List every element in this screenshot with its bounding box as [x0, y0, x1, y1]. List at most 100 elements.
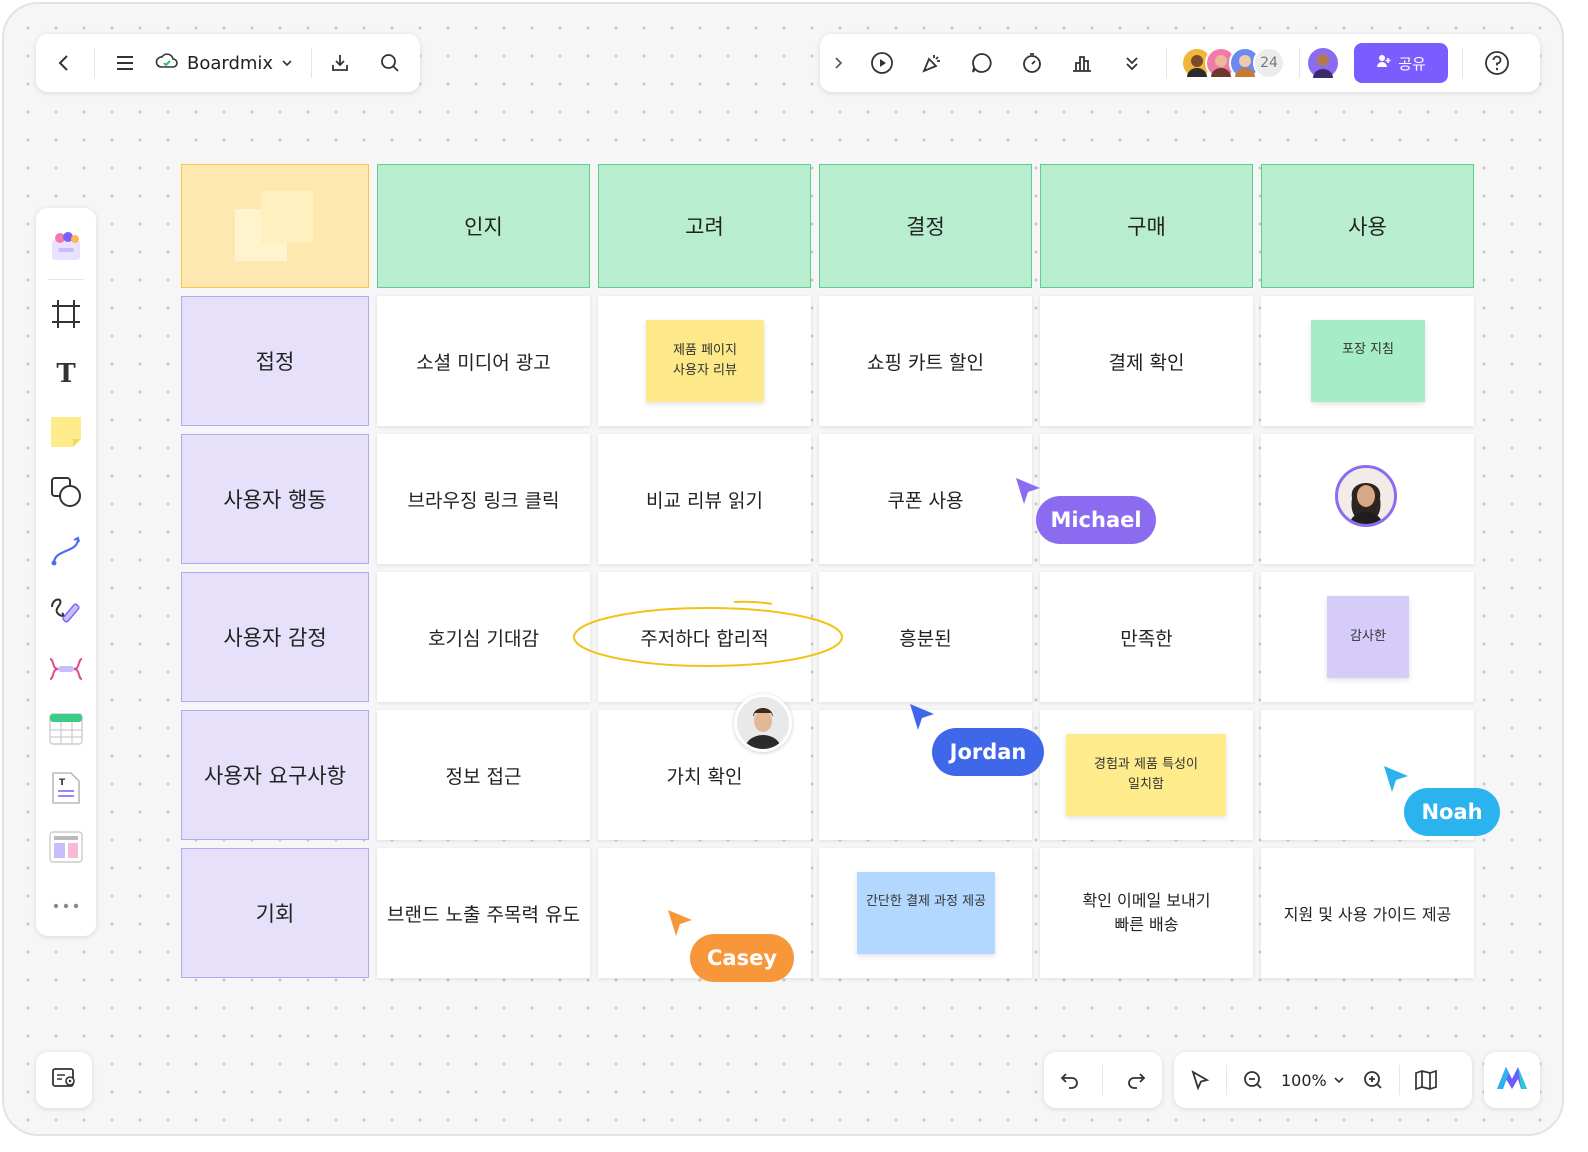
help-icon[interactable]	[1477, 43, 1517, 83]
shape-icon[interactable]	[44, 470, 88, 513]
table-icon[interactable]	[44, 707, 88, 750]
row-header[interactable]: 기회	[181, 848, 369, 978]
sticky-note[interactable]: 포장 지침	[1311, 320, 1425, 402]
more-down-icon[interactable]	[1112, 43, 1152, 83]
canvas-frame: Boardmix 24 공유 T T 인지 고려 결정 구매 사용 접정 소셜 …	[2, 2, 1564, 1136]
history-controls	[1044, 1052, 1162, 1108]
sticky-text: 일치함	[1128, 777, 1164, 792]
collaborator-count: 24	[1253, 47, 1285, 79]
board-cell[interactable]: 소셜 미디어 광고	[377, 296, 590, 426]
play-icon[interactable]	[862, 43, 902, 83]
celebrate-icon[interactable]	[912, 43, 952, 83]
frame-icon[interactable]	[44, 292, 88, 335]
share-label: 공유	[1398, 54, 1426, 73]
sticky-text: 사용자 리뷰	[673, 363, 737, 378]
cursor-arrow-icon	[910, 704, 934, 730]
download-icon[interactable]	[320, 43, 360, 83]
collaborator-photo	[1335, 465, 1397, 527]
divider	[48, 279, 84, 281]
board-cell[interactable]: 정보 접근	[377, 710, 590, 840]
share-button[interactable]: 공유	[1354, 43, 1448, 83]
top-right-toolbar: 24 공유	[820, 34, 1540, 92]
current-user-avatar[interactable]	[1306, 46, 1340, 80]
divider	[1299, 48, 1300, 78]
sticky-note[interactable]: 경험과 제품 특성이 일치함	[1066, 734, 1226, 816]
book-map-icon[interactable]	[1406, 1060, 1446, 1100]
zoom-level-dropdown[interactable]: 100%	[1273, 1071, 1353, 1090]
divider	[1462, 48, 1463, 78]
vote-icon[interactable]	[1062, 43, 1102, 83]
board-cell[interactable]: 지원 및 사용 가이드 제공	[1261, 848, 1474, 978]
sticky-note[interactable]: 제품 페이지 사용자 리뷰	[646, 320, 764, 402]
chevron-down-icon	[1333, 1071, 1345, 1090]
comment-icon[interactable]	[962, 43, 1002, 83]
svg-text:T: T	[59, 778, 66, 788]
column-header[interactable]: 인지	[377, 164, 590, 288]
boardmix-logo-icon	[1495, 1065, 1529, 1095]
zoom-out-icon[interactable]	[1233, 1060, 1273, 1100]
mindmap-icon[interactable]	[44, 648, 88, 691]
row-header[interactable]: 사용자 행동	[181, 434, 369, 564]
boardmix-ai-button[interactable]	[1484, 1052, 1540, 1108]
row-header[interactable]: 사용자 감정	[181, 572, 369, 702]
sticky-note[interactable]: 간단한 결제 과정 제공	[857, 872, 995, 954]
collaborator-photo	[734, 694, 792, 752]
cursor-arrow-icon	[668, 910, 692, 936]
file-name-dropdown[interactable]: Boardmix	[145, 51, 303, 76]
divider	[1398, 1065, 1400, 1095]
column-header[interactable]: 구매	[1040, 164, 1253, 288]
undo-icon[interactable]	[1050, 1060, 1090, 1100]
sticky-note[interactable]: 감사한	[1327, 596, 1409, 678]
layout-icon[interactable]	[44, 825, 88, 868]
ellipse-annotation[interactable]	[564, 596, 854, 670]
cloud-icon	[155, 51, 179, 76]
cursor-arrow-icon	[1016, 478, 1040, 504]
app-name: Boardmix	[187, 52, 274, 74]
view-controls: 100%	[1174, 1052, 1472, 1108]
divider	[1102, 1065, 1104, 1095]
board-cell[interactable]: 쿠폰 사용	[819, 434, 1032, 564]
chevron-left-icon[interactable]	[44, 43, 84, 83]
corner-cell[interactable]	[181, 164, 369, 288]
row-header[interactable]: 사용자 요구사항	[181, 710, 369, 840]
top-left-toolbar: Boardmix	[36, 34, 420, 92]
chevron-right-icon[interactable]	[822, 43, 854, 83]
board-cell[interactable]: 확인 이메일 보내기 빠른 배송	[1040, 848, 1253, 978]
board-cell[interactable]: 결제 확인	[1040, 296, 1253, 426]
column-header[interactable]: 사용	[1261, 164, 1474, 288]
collaborator-avatars[interactable]: 24	[1181, 47, 1285, 79]
zoom-in-icon[interactable]	[1353, 1060, 1393, 1100]
sticky-note-icon[interactable]	[44, 411, 88, 454]
column-header[interactable]: 고려	[598, 164, 811, 288]
cursor-label: Michael	[1036, 496, 1156, 544]
connector-icon[interactable]	[44, 529, 88, 572]
cursor-label: Casey	[690, 934, 794, 982]
board-cell[interactable]: 브랜드 노출 주목력 유도	[377, 848, 590, 978]
templates-icon[interactable]	[44, 224, 88, 267]
sticky-text: 제품 페이지	[673, 343, 737, 358]
pointer-icon[interactable]	[1180, 1060, 1220, 1100]
more-icon[interactable]	[44, 885, 88, 928]
board-cell[interactable]: 쇼핑 카트 할인	[819, 296, 1032, 426]
text-icon[interactable]: T	[44, 351, 88, 394]
cursor-label: Jordan	[932, 728, 1044, 776]
board-cell[interactable]: 비교 리뷰 읽기	[598, 434, 811, 564]
document-icon[interactable]: T	[44, 766, 88, 809]
board-cell[interactable]: 만족한	[1040, 572, 1253, 702]
svg-text:T: T	[56, 359, 76, 388]
column-header[interactable]: 결정	[819, 164, 1032, 288]
map-location-button[interactable]	[36, 1052, 92, 1108]
row-header[interactable]: 접정	[181, 296, 369, 426]
redo-icon[interactable]	[1116, 1060, 1156, 1100]
divider	[1226, 1065, 1227, 1095]
search-icon[interactable]	[370, 43, 410, 83]
board-cell[interactable]: 브라우징 링크 클릭	[377, 434, 590, 564]
pen-icon[interactable]	[44, 588, 88, 631]
zoom-level: 100%	[1281, 1070, 1327, 1090]
timer-icon[interactable]	[1012, 43, 1052, 83]
board-cell[interactable]: 호기심 기대감	[377, 572, 590, 702]
cursor-arrow-icon	[1384, 766, 1408, 792]
divider	[94, 48, 95, 78]
divider	[311, 48, 313, 78]
hamburger-icon[interactable]	[105, 43, 145, 83]
